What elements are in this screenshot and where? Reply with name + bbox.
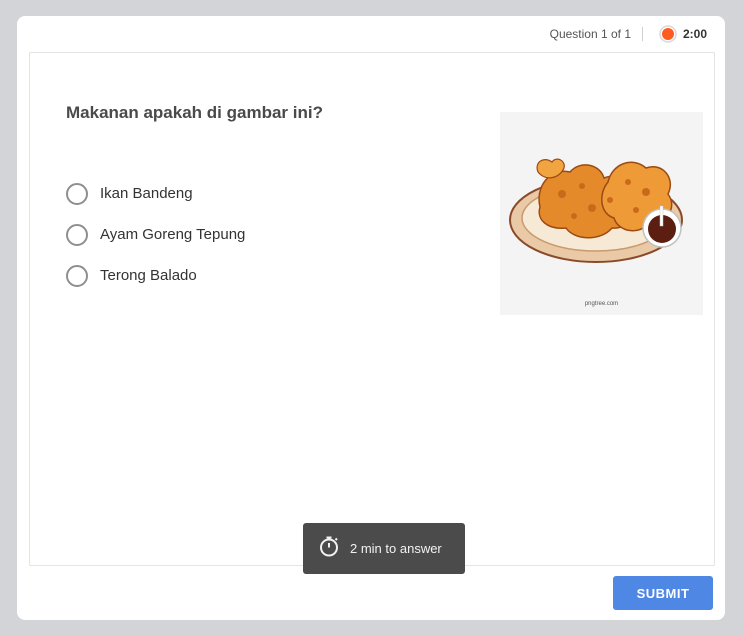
time-to-answer-toast: 2 min to answer (303, 523, 465, 574)
stopwatch-icon (318, 535, 340, 562)
question-image: pngtree.com (500, 112, 703, 315)
radio-button[interactable] (66, 223, 88, 246)
question-panel: Makanan apakah di gambar ini? Ikan Bande… (29, 52, 715, 574)
question-text: Makanan apakah di gambar ini? (66, 103, 323, 122)
quiz-card: Question 1 of 1 2:00 Makanan apakah di g… (17, 16, 725, 620)
radio-button[interactable] (66, 182, 88, 205)
quiz-header: Question 1 of 1 2:00 (17, 16, 725, 52)
countdown-timer: 2:00 (682, 27, 707, 41)
radio-button[interactable] (66, 264, 88, 287)
answer-option-3[interactable]: Terong Balado (66, 255, 245, 296)
record-timer-icon (659, 25, 677, 43)
question-counter: Question 1 of 1 (549, 27, 631, 41)
image-watermark: pngtree.com (584, 301, 619, 307)
header-divider (642, 27, 643, 41)
submit-button[interactable]: SUBMIT (613, 576, 713, 610)
answer-option-label: Ayam Goreng Tepung (100, 226, 246, 243)
answer-option-label: Terong Balado (100, 267, 197, 284)
toast-message: 2 min to answer (350, 541, 442, 556)
fried-chicken-plate-icon (509, 158, 683, 263)
answer-option-2[interactable]: Ayam Goreng Tepung (66, 214, 245, 255)
answer-option-label: Ikan Bandeng (100, 185, 193, 202)
answer-option-1[interactable]: Ikan Bandeng (66, 173, 245, 214)
answer-options: Ikan Bandeng Ayam Goreng Tepung Terong B… (66, 173, 245, 296)
